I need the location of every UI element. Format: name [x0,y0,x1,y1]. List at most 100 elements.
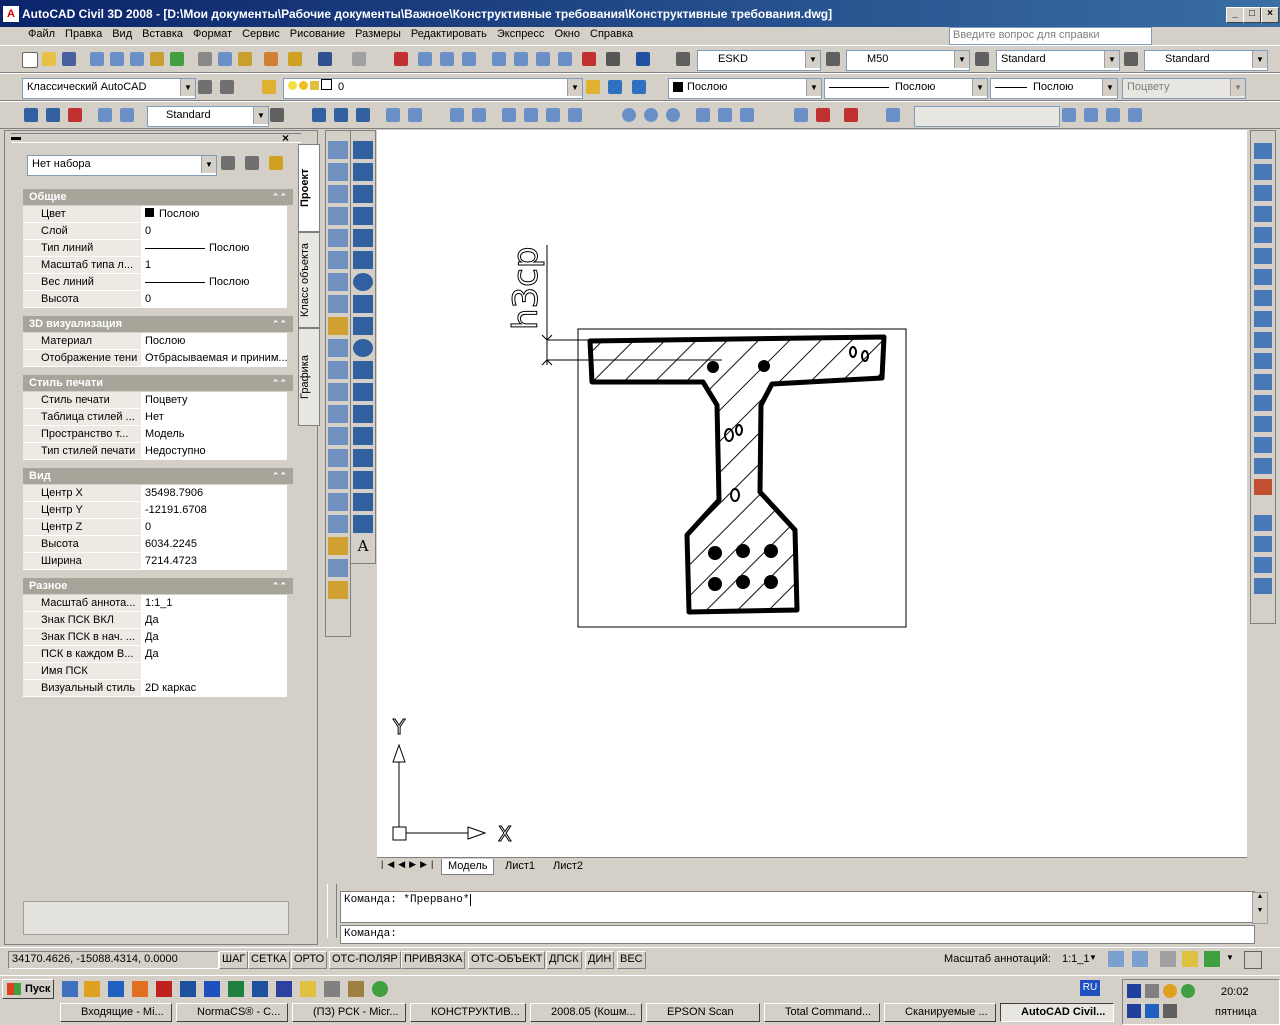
prop-row[interactable]: Центр Y -12191.6708 [23,502,287,520]
radius-v-icon[interactable] [328,229,348,247]
prop-row[interactable]: Отображение тени Отбрасываемая и приним..… [23,350,288,368]
status-menu-icon[interactable]: ▼ [1226,953,1234,962]
make-current-layer-icon[interactable] [584,78,602,96]
jog-line-v-icon[interactable] [328,493,348,511]
messenger-icon[interactable] [132,981,148,997]
mirror-icon[interactable] [1254,185,1272,201]
table-style-select[interactable]: Standard ▼ [996,50,1120,71]
lineweight-select[interactable]: Послою ▼ [990,78,1118,99]
calculator-icon[interactable] [604,50,622,68]
prop-row[interactable]: Тип стилей печати Недоступно [23,443,287,461]
new-icon[interactable] [20,50,38,68]
menu-insert[interactable]: Вставка [137,27,188,41]
palette-autohide-icon[interactable]: ▬ [11,132,21,143]
tab-object-class[interactable]: Класс объекта [298,232,320,328]
markup-icon[interactable] [580,50,598,68]
close-button[interactable]: × [1261,7,1279,23]
annotation-scale-dropdown-icon[interactable]: ▼ [1089,953,1097,962]
folder-icon[interactable] [300,981,316,997]
command-scrollbar[interactable]: ▲ ▼ [1252,892,1268,924]
tab-sheet1[interactable]: Лист1 [499,859,541,874]
continue-v-icon[interactable] [328,361,348,379]
task-word-pz[interactable]: (ПЗ) РСК - Micr... [292,1003,406,1022]
arc-dim-v-icon[interactable] [328,185,348,203]
tab-sheet2[interactable]: Лист2 [547,859,589,874]
linear-dim-v-icon[interactable] [328,141,348,159]
prop-row[interactable]: Цвет Послою [23,206,287,224]
start-button[interactable]: Пуск [2,979,54,999]
xclip-icon[interactable] [1082,106,1100,124]
parallel-snap-icon[interactable] [716,106,734,124]
edit-text-icon[interactable] [884,106,902,124]
copy-icon[interactable] [216,50,234,68]
trim-icon[interactable] [1254,332,1272,348]
tolerance-v-icon[interactable] [328,427,348,445]
remove-icon[interactable] [66,106,84,124]
redo-icon[interactable] [350,50,368,68]
save-app-icon[interactable] [276,981,292,997]
command-input[interactable]: Команда: [340,925,1255,944]
ordinate-icon[interactable] [384,106,402,124]
app4-icon[interactable] [372,981,388,997]
menu-express[interactable]: Экспресс [492,27,550,41]
excel-icon[interactable] [228,981,244,997]
minimize-button[interactable]: _ [1226,7,1244,23]
prop-row[interactable]: Масштаб типа л... 1 [23,257,287,275]
zoom-previous-icon[interactable] [460,50,478,68]
spline-icon[interactable] [353,317,373,335]
ray-icon[interactable] [522,106,540,124]
copy-object-icon[interactable] [1254,164,1272,180]
jog-icon[interactable] [448,106,466,124]
clock-icon[interactable] [84,981,100,997]
menu-dimension[interactable]: Размеры [350,27,406,41]
prop-row[interactable]: Тип линий Послою [23,240,287,258]
aligned-dim-icon[interactable] [332,106,350,124]
dim-style-select[interactable]: M50 ▼ [846,50,970,71]
block-editor-icon[interactable] [286,50,304,68]
xbind-icon[interactable] [1104,106,1122,124]
annotation-visibility-icon[interactable] [1108,951,1124,967]
xref-icon[interactable] [1060,106,1078,124]
menu-format[interactable]: Формат [188,27,237,41]
scale-icon[interactable] [1254,290,1272,306]
zoom-window-icon[interactable] [438,50,456,68]
quick-dim-v-icon[interactable] [328,317,348,335]
erase-icon[interactable] [1254,143,1272,159]
prop-row[interactable]: Ширина 7214.4723 [23,553,287,571]
menu-tools[interactable]: Сервис [237,27,285,41]
explode-icon[interactable] [1254,479,1272,495]
app2-icon[interactable] [252,981,268,997]
diameter-v-icon[interactable] [328,273,348,291]
polar-toggle[interactable]: ОТС-ПОЛЯР [329,951,401,969]
extend-icon[interactable] [1254,353,1272,369]
add-icon[interactable] [44,106,62,124]
prop-row[interactable]: Высота 6034.2245 [23,536,287,554]
app3-icon[interactable] [348,981,364,997]
menu-view[interactable]: Вид [107,27,137,41]
draworder-under-icon[interactable] [1254,578,1272,594]
linear-dim-icon[interactable] [310,106,328,124]
line-draw-icon[interactable] [353,141,373,159]
region-icon[interactable] [353,493,373,511]
diameter-icon[interactable] [470,106,488,124]
autocad-app-icon[interactable]: A [3,6,19,22]
perpendicular-snap-icon[interactable] [694,106,712,124]
line-icon[interactable] [500,106,518,124]
refedit-icon[interactable] [1126,106,1144,124]
intersect-icon[interactable] [566,106,584,124]
space-v-icon[interactable] [328,383,348,401]
aligned-dim-v-icon[interactable] [328,163,348,181]
open-icon[interactable] [40,50,58,68]
auto-scale-icon[interactable] [1132,951,1148,967]
grid-toggle[interactable]: СЕТКА [248,951,290,969]
prop-row[interactable]: ПСК в каждом В... Да [23,646,287,664]
hatch-icon[interactable] [353,449,373,467]
join-icon[interactable] [1254,416,1272,432]
menu-edit[interactable]: Правка [60,27,107,41]
move-icon[interactable] [1254,248,1272,264]
select-objects-icon[interactable] [243,154,261,172]
prop-row[interactable]: Центр X 35498.7906 [23,485,287,503]
task-normacs[interactable]: NormaCS® - C... [176,1003,288,1022]
find-icon[interactable] [22,106,40,124]
construction-line-icon[interactable] [353,163,373,181]
